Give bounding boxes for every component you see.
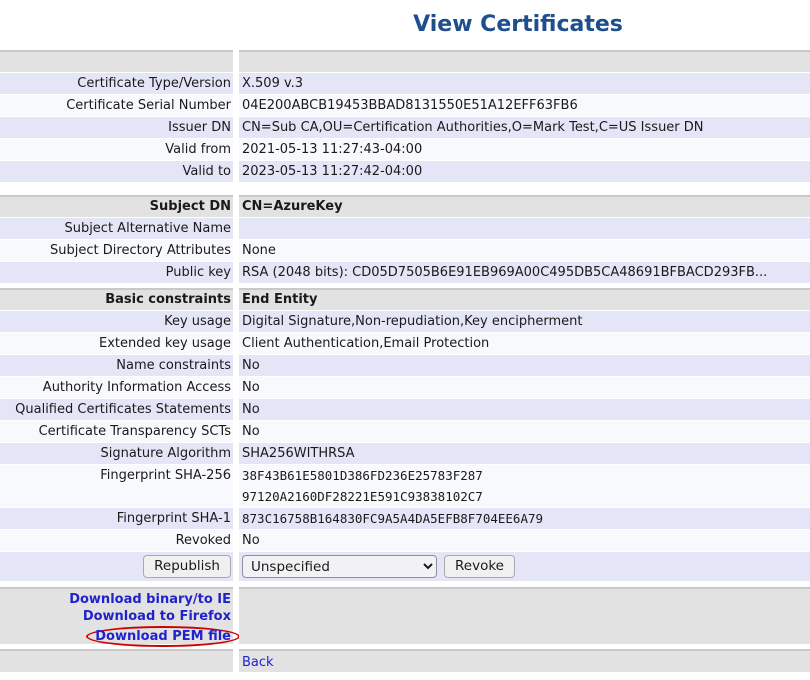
table-row: Subject Directory Attributes None	[0, 240, 810, 261]
download-pem-link[interactable]: Download PEM file	[95, 628, 231, 645]
downloads-links-cell: Download binary/to IE Download to Firefo…	[0, 587, 233, 644]
row-label: Issuer DN	[0, 117, 233, 138]
downloads-row: Download binary/to IE Download to Firefo…	[0, 587, 810, 644]
fingerprint-sha256-line1: 38F43B61E5801D386FD236E25783F287	[242, 465, 810, 486]
row-label: Subject Alternative Name	[0, 218, 233, 239]
actions-row: Republish Unspecified Revoke	[0, 552, 810, 581]
row-label: Fingerprint SHA-1	[0, 508, 233, 529]
table-row: Extended key usage Client Authentication…	[0, 333, 810, 354]
section-header-basic-constraints: Basic constraints End Entity	[0, 288, 810, 310]
row-label: Certificate Type/Version	[0, 73, 233, 94]
row-value: Client Authentication,Email Protection	[239, 333, 810, 354]
table-row-fingerprint-sha1: Fingerprint SHA-1 873C16758B164830FC9A5A…	[0, 508, 810, 529]
table-row: Public key RSA (2048 bits): CD05D7505B6E…	[0, 262, 810, 283]
table-row: Issuer DN CN=Sub CA,OU=Certification Aut…	[0, 117, 810, 138]
row-value: CN=Sub CA,OU=Certification Authorities,O…	[239, 117, 810, 138]
row-value: Digital Signature,Non-repudiation,Key en…	[239, 311, 810, 332]
table-row: Name constraints No	[0, 355, 810, 376]
row-value: No	[239, 421, 810, 442]
table-row-revoked: Revoked No	[0, 530, 810, 551]
row-value: None	[239, 240, 810, 261]
table-row: Subject Alternative Name	[0, 218, 810, 239]
actions-label-cell: Republish	[0, 552, 233, 581]
row-label: Valid to	[0, 161, 233, 182]
section-label: Subject DN	[0, 195, 233, 217]
republish-button[interactable]: Republish	[143, 555, 231, 578]
table-row: Signature Algorithm SHA256WITHRSA	[0, 443, 810, 464]
row-label: Certificate Transparency SCTs	[0, 421, 233, 442]
row-label: Certificate Serial Number	[0, 95, 233, 116]
row-value	[239, 218, 810, 239]
downloads-empty-cell	[239, 587, 810, 644]
table-row: Certificate Type/Version X.509 v.3	[0, 73, 810, 94]
download-binary-ie-link[interactable]: Download binary/to IE	[69, 591, 231, 608]
table-row: Valid from 2021-05-13 11:27:43-04:00	[0, 139, 810, 160]
row-label: Key usage	[0, 311, 233, 332]
actions-value-cell: Unspecified Revoke	[239, 552, 810, 581]
row-label: Signature Algorithm	[0, 443, 233, 464]
red-annotation-oval: Download PEM file	[86, 626, 240, 647]
table-row: Certificate Serial Number 04E200ABCB1945…	[0, 95, 810, 116]
section-value: CN=AzureKey	[239, 195, 810, 217]
revocation-reason-select[interactable]: Unspecified	[242, 555, 437, 578]
row-label: Extended key usage	[0, 333, 233, 354]
fingerprint-sha256-line2: 97120A2160DF28221E591C93838102C7	[242, 486, 810, 507]
table-row: Qualified Certificates Statements No	[0, 399, 810, 420]
section-value: End Entity	[239, 288, 810, 310]
table-row: Key usage Digital Signature,Non-repudiat…	[0, 311, 810, 332]
back-row: Back	[0, 649, 810, 672]
table-row: Valid to 2023-05-13 11:27:42-04:00	[0, 161, 810, 182]
section-header-subject-dn: Subject DN CN=AzureKey	[0, 195, 810, 217]
certificate-table: Certificate Type/Version X.509 v.3 Certi…	[0, 50, 810, 672]
row-value: 2023-05-13 11:27:42-04:00	[239, 161, 810, 182]
row-value: No	[239, 530, 810, 551]
row-value: No	[239, 377, 810, 398]
row-label: Public key	[0, 262, 233, 283]
section-label: Basic constraints	[0, 288, 233, 310]
page-header: View Certificates	[226, 12, 810, 38]
row-value: RSA (2048 bits): CD05D7505B6E91EB969A00C…	[239, 262, 810, 283]
row-label: Fingerprint SHA-256	[0, 465, 233, 507]
row-value: 2021-05-13 11:27:43-04:00	[239, 139, 810, 160]
table-header-row	[0, 50, 810, 72]
row-value: SHA256WITHRSA	[239, 443, 810, 464]
row-value: 38F43B61E5801D386FD236E25783F287 97120A2…	[239, 465, 810, 507]
row-value: No	[239, 399, 810, 420]
header-value-cell	[239, 50, 810, 72]
row-label: Valid from	[0, 139, 233, 160]
back-value-cell: Back	[239, 649, 810, 672]
download-firefox-link[interactable]: Download to Firefox	[83, 608, 231, 625]
revoke-button[interactable]: Revoke	[444, 555, 515, 578]
table-row: Authority Information Access No	[0, 377, 810, 398]
row-label: Subject Directory Attributes	[0, 240, 233, 261]
row-value: 04E200ABCB19453BBAD8131550E51A12EFF63FB6	[239, 95, 810, 116]
row-value: 873C16758B164830FC9A5A4DA5EFB8F704EE6A79	[239, 508, 810, 529]
row-value: No	[239, 355, 810, 376]
back-link[interactable]: Back	[242, 655, 274, 670]
back-label-cell	[0, 649, 233, 672]
table-row: Certificate Transparency SCTs No	[0, 421, 810, 442]
table-row-fingerprint-sha256: Fingerprint SHA-256 38F43B61E5801D386FD2…	[0, 465, 810, 507]
row-value: X.509 v.3	[239, 73, 810, 94]
row-label: Name constraints	[0, 355, 233, 376]
row-label: Authority Information Access	[0, 377, 233, 398]
row-label: Revoked	[0, 530, 233, 551]
page-title: View Certificates	[226, 12, 810, 38]
header-label-cell	[0, 50, 233, 72]
row-label: Qualified Certificates Statements	[0, 399, 233, 420]
